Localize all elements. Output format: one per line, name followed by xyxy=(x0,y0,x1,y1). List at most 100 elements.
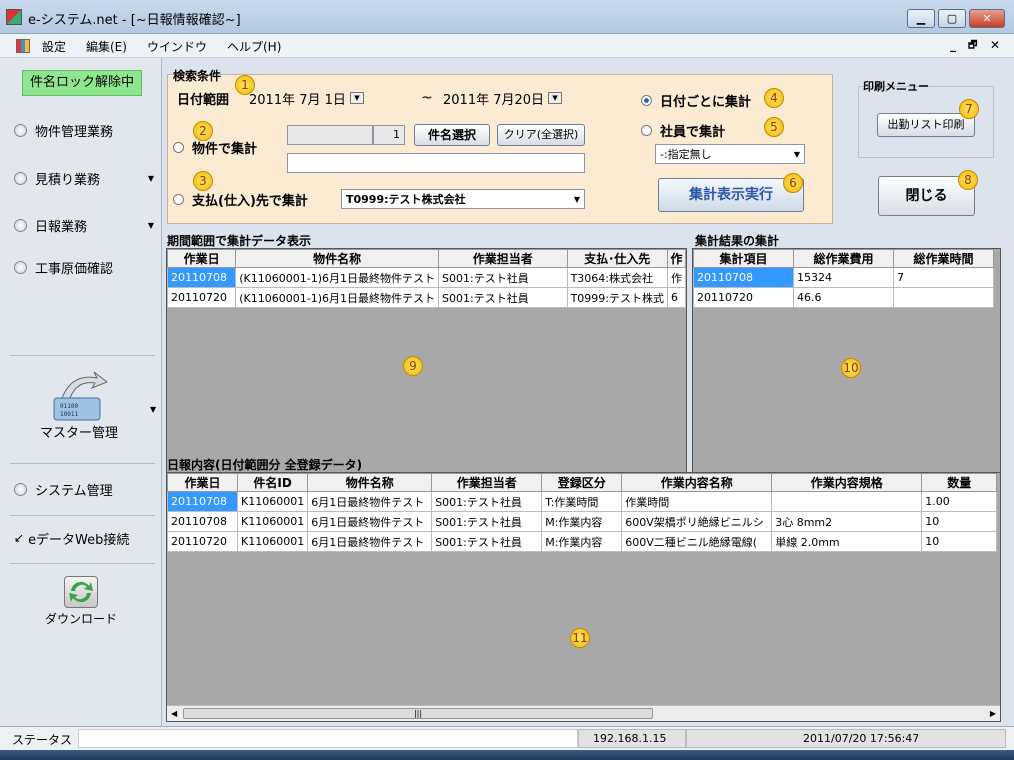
download-icon[interactable] xyxy=(64,576,98,608)
table-cell[interactable]: 6月1日最終物件テスト xyxy=(307,511,433,532)
column-header[interactable]: 集計項目 xyxy=(693,249,794,268)
clear-all-button[interactable]: クリア(全選択) xyxy=(497,124,585,146)
table-cell[interactable]: (K11060001-1)6月1日最終物件テスト xyxy=(235,287,440,308)
table-cell[interactable]: 10 xyxy=(921,531,998,552)
table-cell[interactable] xyxy=(893,287,994,308)
menu-help[interactable]: ヘルプ(H) xyxy=(227,38,281,55)
table-cell[interactable]: K11060001 xyxy=(236,491,309,512)
mdi-minimize-button[interactable]: _ xyxy=(950,38,956,52)
calendar-icon[interactable]: ▼ xyxy=(349,92,364,104)
master-dropdown-arrow-icon[interactable]: ▼ xyxy=(150,405,156,414)
scroll-right-icon[interactable]: ▶ xyxy=(990,709,996,718)
menu-window[interactable]: ウインドウ xyxy=(147,38,207,55)
table-cell[interactable] xyxy=(771,491,923,512)
table-cell[interactable]: 1.00 xyxy=(921,491,998,512)
calendar-icon[interactable]: ▼ xyxy=(548,92,563,104)
horizontal-scrollbar[interactable]: ◀ ||| ▶ xyxy=(167,705,1000,721)
column-header[interactable]: 作業日 xyxy=(167,473,238,492)
table-row[interactable]: 20110708 15324 7 xyxy=(693,267,994,288)
table-row[interactable]: 20110708 K11060001 6月1日最終物件テスト S001:テスト社… xyxy=(167,511,998,532)
column-header[interactable]: 件名ID xyxy=(236,473,309,492)
column-header[interactable]: 支払･仕入先 xyxy=(566,249,668,268)
table-cell[interactable]: S001:テスト社員 xyxy=(431,511,543,532)
table-row[interactable]: 20110708 (K11060001-1)6月1日最終物件テスト S001:テ… xyxy=(167,267,686,288)
column-header[interactable]: 登録区分 xyxy=(541,473,623,492)
table-cell[interactable]: 20110720 xyxy=(167,531,238,552)
table-cell[interactable]: T0999:テスト株式 xyxy=(566,287,668,308)
table-cell[interactable]: 20110720 xyxy=(167,287,237,308)
table-cell[interactable]: 6月1日最終物件テスト xyxy=(307,531,433,552)
table-cell[interactable]: 600V二種ビニル絶縁電線( xyxy=(621,531,773,552)
table-row[interactable]: 20110708 K11060001 6月1日最終物件テスト S001:テスト社… xyxy=(167,491,998,512)
select-property-button[interactable]: 件名選択 xyxy=(414,124,490,146)
daily-report-grid[interactable]: 作業日 件名ID 物件名称 作業担当者 登録区分 作業内容名称 作業内容規格 数… xyxy=(166,472,1001,722)
table-cell[interactable]: M:作業内容 xyxy=(541,511,623,532)
table-cell[interactable]: 46.6 xyxy=(793,287,894,308)
sidebar-item-web-connect[interactable]: ↙ eデータWeb接続 xyxy=(14,527,129,549)
table-cell[interactable]: S001:テスト社員 xyxy=(438,267,568,288)
radio-by-payee[interactable]: 支払(仕入)先で集計 xyxy=(173,190,308,209)
table-cell[interactable]: 10 xyxy=(921,511,998,532)
table-cell[interactable]: S001:テスト社員 xyxy=(431,491,543,512)
table-cell[interactable]: T:作業時間 xyxy=(541,491,623,512)
table-row[interactable]: 20110720 K11060001 6月1日最終物件テスト S001:テスト社… xyxy=(167,531,998,552)
download-label[interactable]: ダウンロード xyxy=(45,610,117,627)
date-to-picker[interactable]: 2011年 7月20日 ▼ xyxy=(443,87,605,109)
mdi-app-icon[interactable] xyxy=(16,39,30,53)
master-management-icon[interactable]: 01100 10011 xyxy=(52,368,122,423)
table-cell[interactable]: (K11060001-1)6月1日最終物件テスト xyxy=(235,267,440,288)
close-window-button[interactable]: ✕ xyxy=(969,9,1005,28)
scroll-left-icon[interactable]: ◀ xyxy=(171,709,177,718)
sidebar-item-cost-check[interactable]: 工事原価確認 xyxy=(14,256,113,278)
column-header[interactable]: 作業担当者 xyxy=(431,473,543,492)
radio-by-date[interactable]: 日付ごとに集計 xyxy=(641,91,751,110)
table-cell[interactable]: 20110708 xyxy=(693,267,794,288)
table-cell[interactable]: 単線 2.0mm xyxy=(771,531,923,552)
radio-by-employee[interactable]: 社員で集計 xyxy=(641,121,725,140)
employee-select[interactable]: -:指定無し ▼ xyxy=(655,144,805,164)
column-header[interactable]: 作業担当者 xyxy=(438,249,568,268)
column-header[interactable]: 総作業費用 xyxy=(793,249,894,268)
menu-edit[interactable]: 編集(E) xyxy=(86,38,127,55)
column-header[interactable]: 作業内容名称 xyxy=(621,473,773,492)
table-cell[interactable]: 20110708 xyxy=(167,267,237,288)
table-cell[interactable]: 作業時間 xyxy=(621,491,773,512)
column-header[interactable]: 数量 xyxy=(921,473,998,492)
table-row[interactable]: 20110720 46.6 xyxy=(693,287,994,308)
table-cell[interactable]: 作 xyxy=(666,267,686,288)
minimize-button[interactable]: ▁ xyxy=(907,9,935,28)
menu-settings[interactable]: 設定 xyxy=(42,38,66,55)
scrollbar-thumb[interactable]: ||| xyxy=(183,708,653,719)
table-cell[interactable]: K11060001 xyxy=(236,531,309,552)
master-management-label[interactable]: マスター管理 xyxy=(40,422,118,441)
maximize-button[interactable]: ▢ xyxy=(938,9,966,28)
table-cell[interactable]: 20110708 xyxy=(167,491,238,512)
radio-by-property[interactable]: 物件で集計 xyxy=(173,138,257,157)
table-cell[interactable]: 6 xyxy=(666,287,686,308)
column-header[interactable]: 作業日 xyxy=(167,249,237,268)
column-header[interactable]: 物件名称 xyxy=(235,249,440,268)
mdi-restore-button[interactable]: 🗗 xyxy=(968,38,977,55)
table-cell[interactable]: T3064:株式会社 xyxy=(566,267,668,288)
sidebar-item-system[interactable]: システム管理 xyxy=(14,478,113,500)
property-code-field[interactable] xyxy=(287,125,373,145)
table-cell[interactable]: 3心 8mm2 xyxy=(771,511,923,532)
payee-select[interactable]: T0999:テスト株式会社 ▼ xyxy=(341,189,585,209)
table-row[interactable]: 20110720 (K11060001-1)6月1日最終物件テスト S001:テ… xyxy=(167,287,686,308)
sidebar-item-property[interactable]: 物件管理業務 xyxy=(14,119,113,141)
table-cell[interactable]: S001:テスト社員 xyxy=(438,287,568,308)
attendance-list-print-button[interactable]: 出勤リスト印刷 xyxy=(877,113,975,137)
mdi-close-button[interactable]: ✕ xyxy=(990,38,1000,52)
sidebar-item-daily-report[interactable]: 日報業務 ▼ xyxy=(14,214,154,236)
table-cell[interactable]: 6月1日最終物件テスト xyxy=(307,491,433,512)
table-cell[interactable]: 7 xyxy=(893,267,994,288)
table-cell[interactable]: 20110720 xyxy=(693,287,794,308)
table-cell[interactable]: 20110708 xyxy=(167,511,238,532)
table-cell[interactable]: K11060001 xyxy=(236,511,309,532)
table-cell[interactable]: S001:テスト社員 xyxy=(431,531,543,552)
table-cell[interactable]: 600V架橋ポリ絶縁ビニルシ xyxy=(621,511,773,532)
date-from-picker[interactable]: 2011年 7月 1日 ▼ xyxy=(249,87,409,109)
column-header[interactable]: 総作業時間 xyxy=(893,249,994,268)
column-header[interactable]: 物件名称 xyxy=(307,473,433,492)
column-header[interactable]: 作業内容規格 xyxy=(771,473,923,492)
